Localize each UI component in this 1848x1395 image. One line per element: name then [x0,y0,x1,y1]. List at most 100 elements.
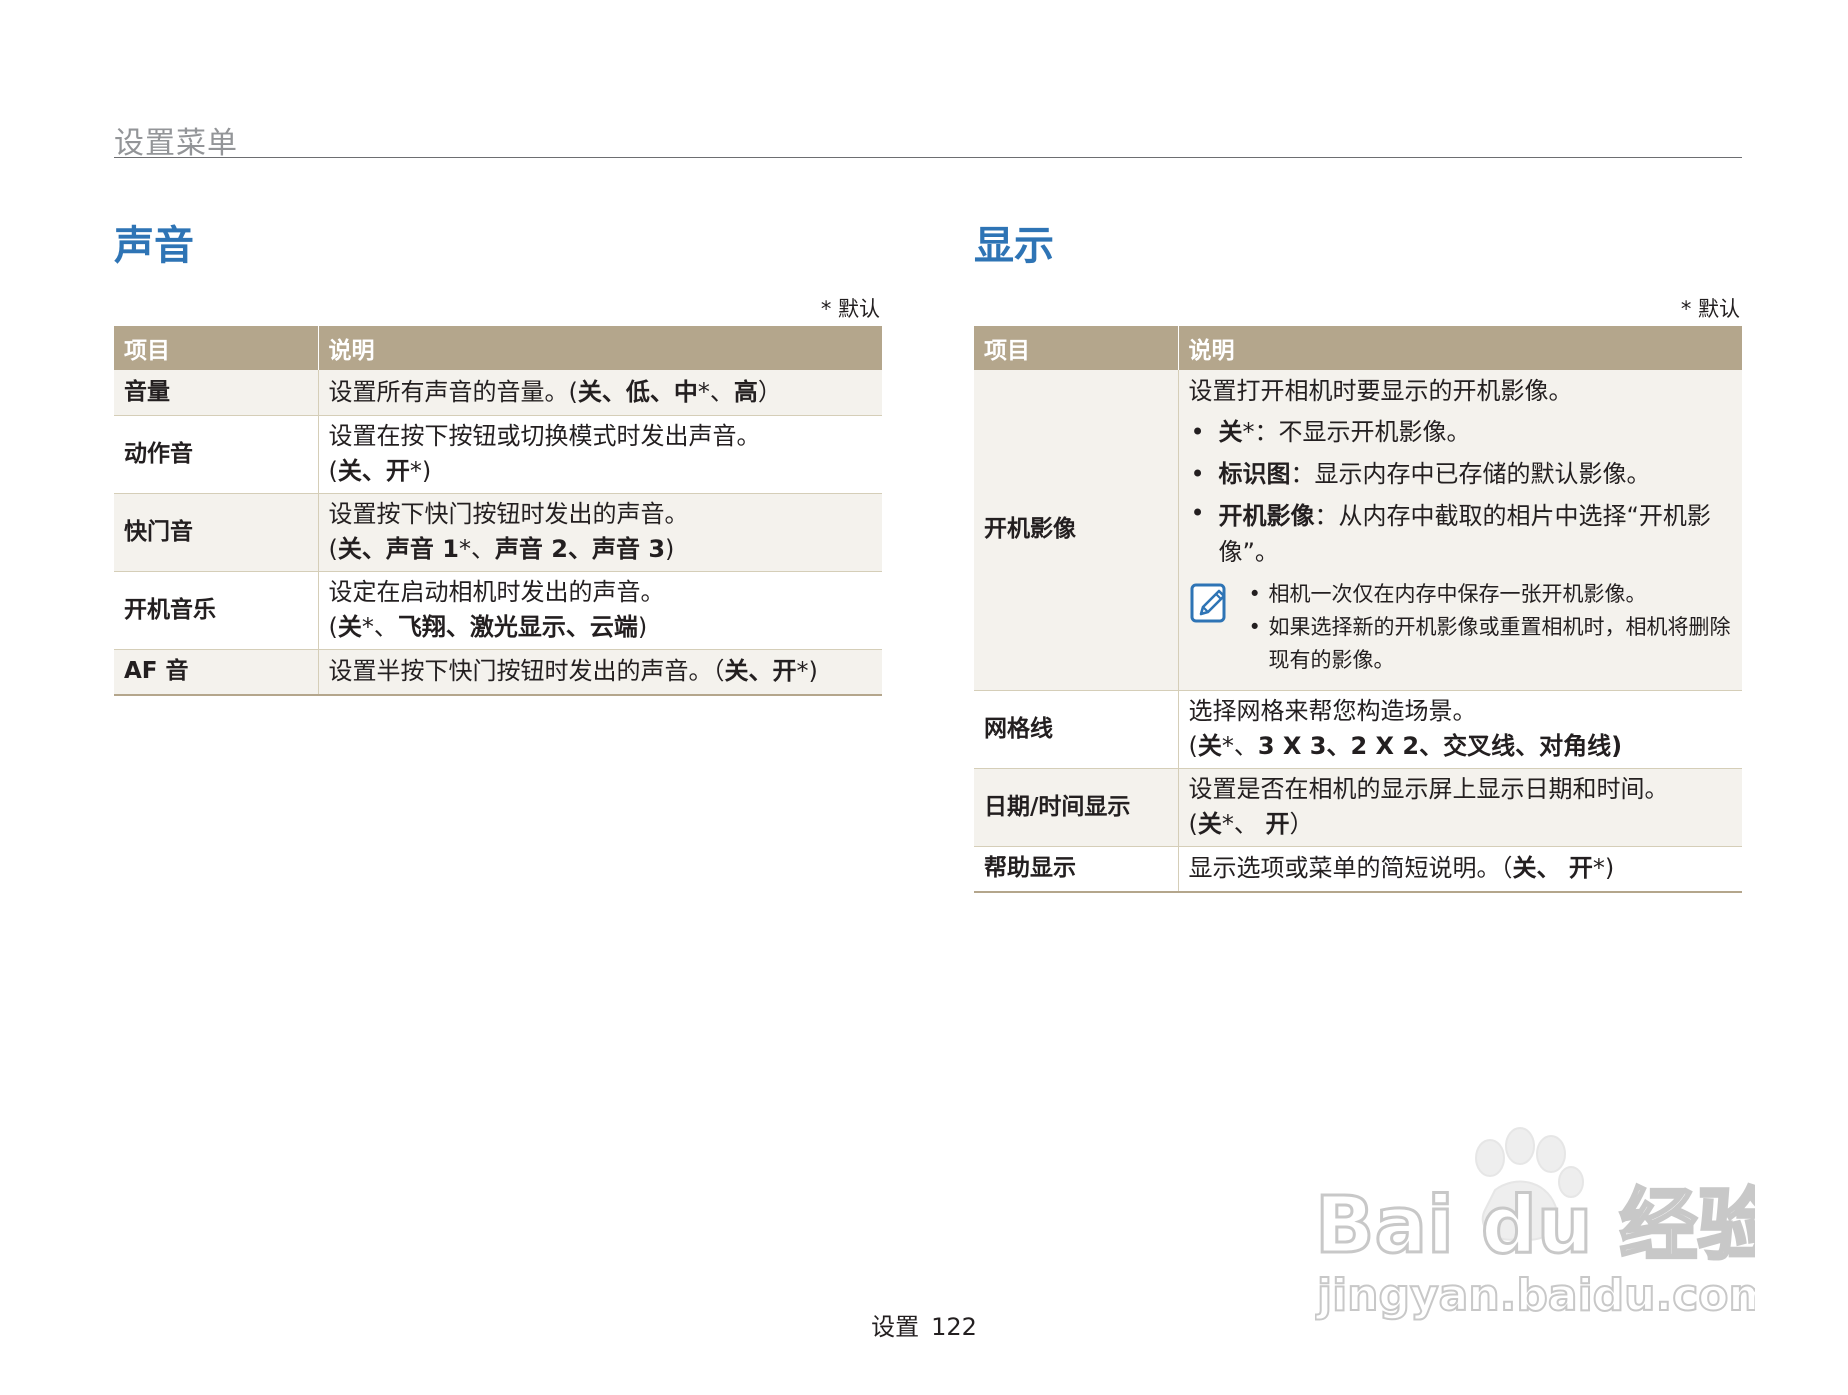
list-item: 关*：不显示开机影像。 [1189,411,1733,453]
row-description-line: 设置按下快门按钮时发出的声音。 [328,500,689,528]
description-text: 设置所有声音的音量。( [328,377,578,406]
table-row: 日期/时间显示 设置是否在相机的显示屏上显示日期和时间。 (关*、 开） [974,768,1742,847]
description-text: *、 [361,613,398,641]
option-value: 关、低、中 [577,377,698,406]
option-value: 关、 开 [1512,854,1593,883]
row-description-line: 设置是否在相机的显示屏上显示日期和时间。 [1188,775,1669,803]
row-description-options: (关*、 开） [1189,807,1733,842]
table-header-row: 项目 说明 [974,326,1742,370]
list-item: 开机影像：从内存中截取的相片中选择“开机影像”。 [1189,495,1733,570]
table-row: 网格线 选择网格来帮您构造场景。 (关*、3 X 3、2 X 2、交叉线、对角线… [974,690,1742,769]
row-description: 显示选项或菜单的简短说明。（关、 开*) [1178,846,1742,893]
description-text: ) [637,613,648,641]
row-item-label: 开机音乐 [114,571,319,650]
description-text: ） [1289,810,1314,838]
row-description: 设置是否在相机的显示屏上显示日期和时间。 (关*、 开） [1178,768,1742,847]
row-description-line: 设置在按下按钮或切换模式时发出声音。 [328,422,761,450]
column-header-item: 项目 [114,326,318,370]
row-item-label: 动作音 [114,415,319,494]
option-text: ：显示内存中已存储的默认影像。 [1290,460,1651,488]
row-item-label: 帮助显示 [974,846,1179,893]
row-item-label: 音量 [114,370,319,416]
table-row: 开机音乐 设定在启动相机时发出的声音。 (关*、飞翔、激光显示、云端) [114,571,882,650]
row-description-options: (关、开*) [329,454,873,489]
table-header-row: 项目 说明 [114,326,882,370]
table-row: AF 音 设置半按下快门按钮时发出的声音。（关、开*) [114,649,882,696]
option-text: *：不显示开机影像。 [1242,418,1471,446]
watermark-url: jingyan.baidu.com [1315,1270,1755,1321]
option-value: 高 [733,377,758,406]
option-value: 关 [1197,810,1222,838]
row-item-label: AF 音 [114,649,319,696]
watermark-brand: Bai du 经验 [1315,1181,1755,1271]
description-text: 显示选项或菜单的简短说明。（ [1188,854,1513,883]
description-text: *、 [697,377,734,406]
column-header-description: 说明 [317,326,882,370]
option-value: 声音 2、声音 3 [494,535,666,563]
row-item-label: 快门音 [114,493,319,572]
section-title-sound: 声音 [114,223,194,269]
description-text: *) [409,457,432,485]
description-text: ( [1188,810,1198,838]
row-description: 选择网格来帮您构造场景。 (关*、3 X 3、2 X 2、交叉线、对角线) [1178,690,1742,769]
page-number: 122 [931,1313,977,1341]
option-value: 关、声音 1 [337,535,459,563]
table-row: 开机影像 设置打开相机时要显示的开机影像。 关*：不显示开机影像。 标识图：显示… [974,370,1742,691]
display-settings-table: 项目 说明 开机影像 设置打开相机时要显示的开机影像。 关*：不显示开机影像。 … [974,326,1742,893]
description-text: *、 [1221,810,1266,838]
option-term: 关 [1218,418,1243,446]
table-row: 快门音 设置按下快门按钮时发出的声音。 (关、声音 1*、声音 2、声音 3) [114,493,882,572]
description-text: ） [757,377,782,406]
description-text: ( [1188,732,1198,760]
sound-settings-table: 项目 说明 音量 设置所有声音的音量。(关、低、中*、高） 动作音 设置在按下按… [114,326,882,696]
section-title-display: 显示 [974,223,1054,269]
page-header-title: 设置菜单 [114,126,238,161]
description-text: ( [328,613,338,641]
row-description: 设置在按下按钮或切换模式时发出声音。 (关、开*) [318,415,882,494]
option-term: 开机影像 [1218,502,1315,530]
row-item-label: 日期/时间显示 [974,768,1179,847]
option-term: 标识图 [1218,460,1291,488]
option-bullet-list: 关*：不显示开机影像。 标识图：显示内存中已存储的默认影像。 开机影像：从内存中… [1189,411,1733,570]
description-text: *、 [1221,732,1258,760]
row-description: 设置按下快门按钮时发出的声音。 (关、声音 1*、声音 2、声音 3) [318,493,882,572]
default-note: * 默认 [820,297,880,321]
row-description: 设置所有声音的音量。(关、低、中*、高） [318,370,882,416]
note-list: 相机一次仅在内存中保存一张开机影像。 如果选择新的开机影像或重置相机时，相机将删… [1247,578,1733,677]
default-note: * 默认 [1680,297,1740,321]
list-item: 标识图：显示内存中已存储的默认影像。 [1189,453,1733,495]
description-text: *、 [458,535,495,563]
note-item: 相机一次仅在内存中保存一张开机影像。 [1247,578,1733,611]
option-value: 关 [1197,732,1222,760]
option-value: 关、开 [724,657,797,686]
row-description: 设置打开相机时要显示的开机影像。 关*：不显示开机影像。 标识图：显示内存中已存… [1178,370,1742,691]
footer-section-name: 设置 [871,1313,920,1341]
option-value: 关 [337,613,362,641]
display-section: 显示 * 默认 项目 说明 开机影像 设置打开相机时要显示的开机影像。 关*：不… [974,220,1742,893]
row-description: 设定在启动相机时发出的声音。 (关*、飞翔、激光显示、云端) [318,571,882,650]
row-description-options: (关、声音 1*、声音 2、声音 3) [329,532,873,567]
row-description-options: (关*、3 X 3、2 X 2、交叉线、对角线) [1189,729,1733,764]
row-item-label: 网格线 [974,690,1179,769]
option-value: 飞翔、激光显示、云端 [397,613,638,641]
note-item: 如果选择新的开机影像或重置相机时，相机将删除现有的影像。 [1247,611,1733,677]
row-description-options: (关*、飞翔、激光显示、云端) [329,610,873,645]
option-value: 开 [1265,810,1290,838]
row-description-line: 设置打开相机时要显示的开机影像。 [1188,377,1573,405]
option-value: 3 X 3、2 X 2、交叉线、对角线) [1257,732,1623,760]
description-text: ) [665,535,675,563]
description-text: *) [1592,854,1615,883]
description-text: *) [796,657,818,686]
column-header-item: 项目 [974,326,1178,370]
page-header: 设置菜单 [114,118,1742,161]
sound-section: 声音 * 默认 项目 说明 音量 设置所有声音的音量。(关、低、中*、高） 动作… [114,220,882,696]
table-row: 帮助显示 显示选项或菜单的简短说明。（关、 开*) [974,846,1742,893]
option-value: 关、开 [337,457,410,485]
table-row: 音量 设置所有声音的音量。(关、低、中*、高） [114,370,882,416]
column-header-description: 说明 [1177,326,1742,370]
row-item-label: 开机影像 [974,370,1179,691]
description-text: ( [328,535,338,563]
note-pencil-icon [1190,583,1225,623]
row-description-line: 设定在启动相机时发出的声音。 [328,578,665,606]
row-description: 设置半按下快门按钮时发出的声音。（关、开*) [318,649,882,696]
